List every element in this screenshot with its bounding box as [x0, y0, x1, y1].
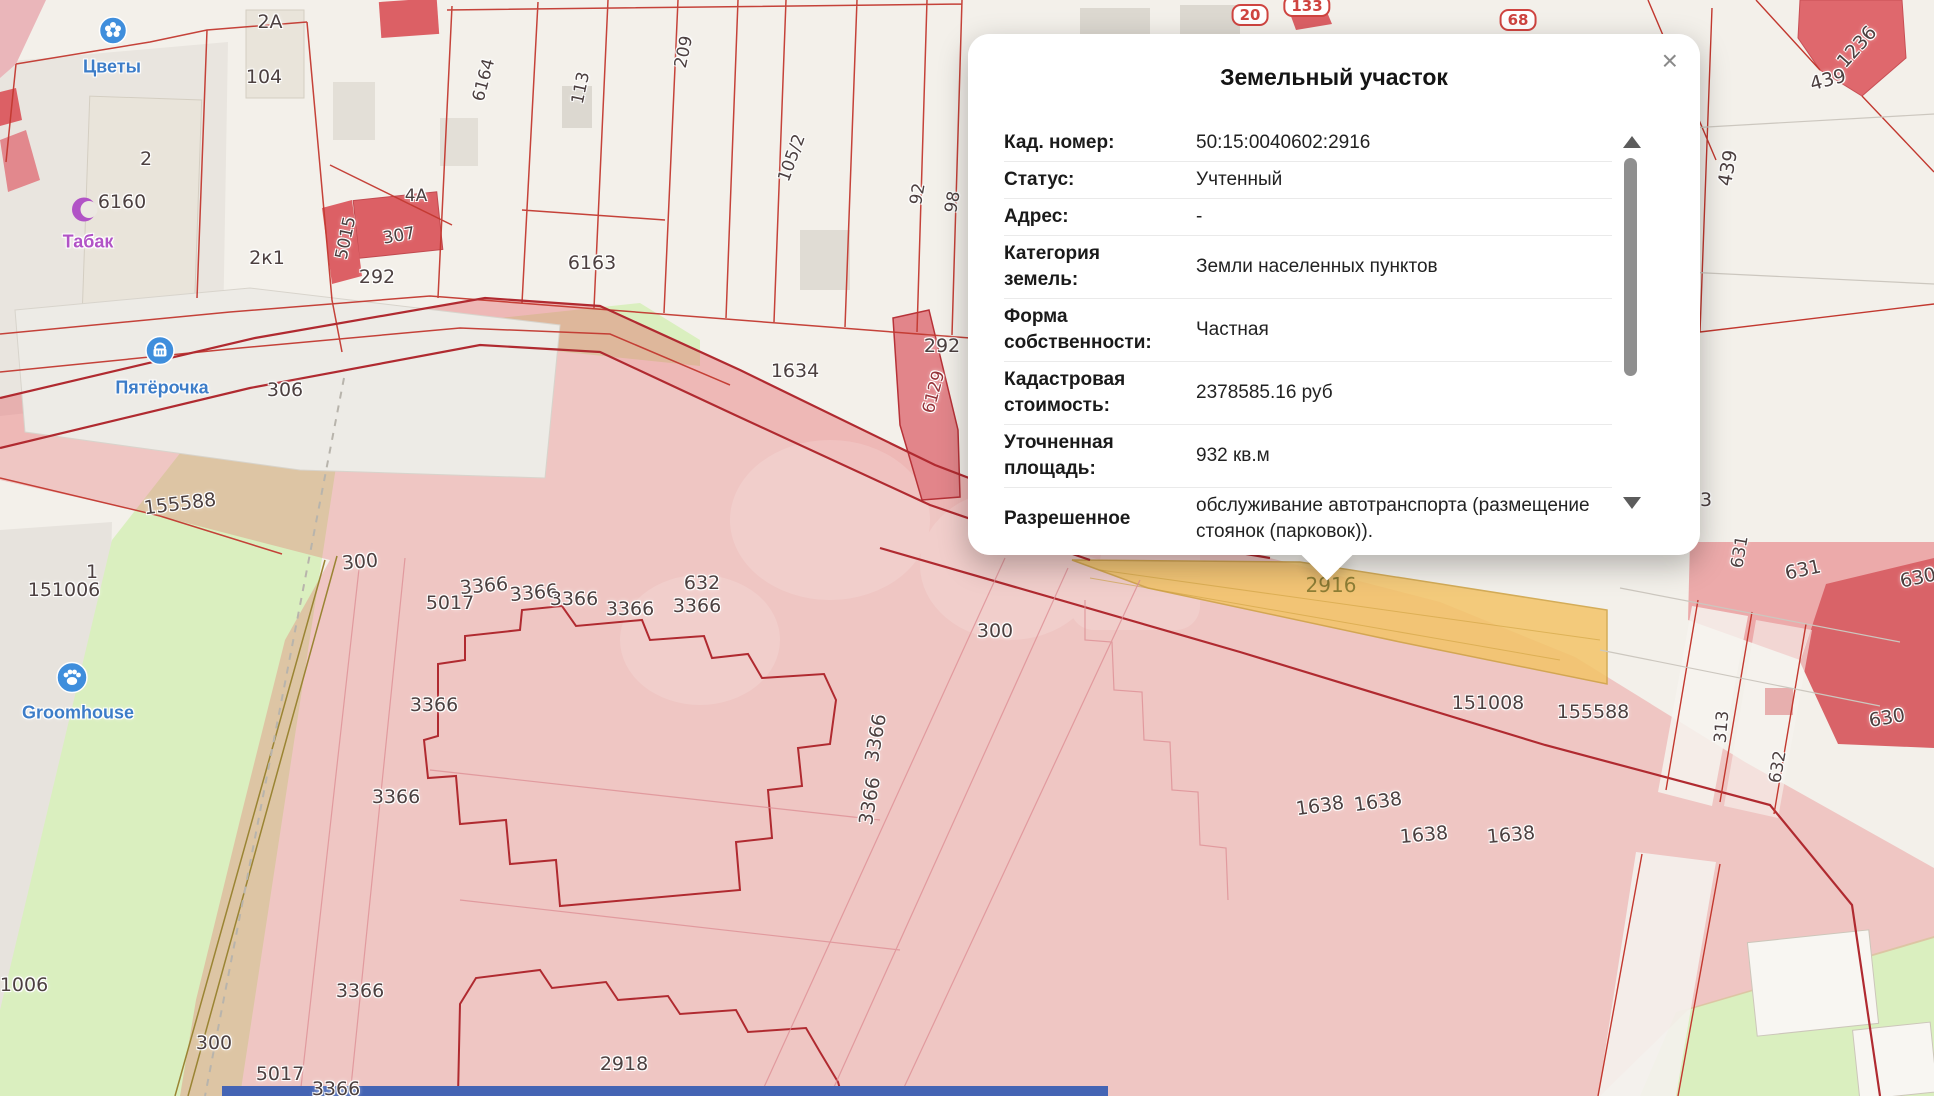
field-row: Кадастровая стоимость: 2378585.16 руб — [1004, 362, 1612, 425]
parcel-label: 5017 — [426, 592, 474, 614]
parcel-label: 20 — [1232, 4, 1269, 26]
parcel-label: 3366 — [372, 786, 420, 808]
field-label: Категория земель: — [1004, 241, 1176, 293]
parcel-label: 292 — [359, 266, 395, 288]
parcel-label: 155588 — [1557, 701, 1630, 723]
field-label: Разрешенное — [1004, 506, 1176, 532]
field-row: Адрес:- — [1004, 199, 1612, 236]
parcel-label: 300 — [977, 620, 1013, 642]
parcel-label: 1006 — [0, 974, 48, 996]
parcel-label: 151006 — [28, 579, 101, 601]
crescent-icon[interactable] — [70, 196, 98, 229]
field-row: Статус: Учтенный — [1004, 162, 1612, 199]
field-label: Адрес: — [1004, 204, 1176, 230]
parcel-label: 92 — [906, 182, 929, 207]
field-row: Форма собственности: Частная — [1004, 299, 1612, 362]
parcel-label: 104 — [246, 66, 282, 88]
parcel-label: 300 — [341, 549, 379, 574]
parcel-label: 1638 — [1486, 822, 1536, 848]
parcel-label: 2 — [140, 148, 152, 170]
parcel-label: 3366 — [336, 980, 384, 1002]
poi-tobacco[interactable]: Табак — [63, 232, 114, 253]
field-row: Уточненная площадь: 932 кв.м — [1004, 425, 1612, 488]
parcel-label: 313 — [1711, 710, 1734, 744]
parcel-label: 1634 — [771, 360, 819, 382]
parcel-label: 3 — [1700, 489, 1712, 511]
field-row: Разрешенное обслуживание автотранспорта (… — [1004, 488, 1612, 550]
field-value: 50:15:0040602:2916 — [1196, 130, 1612, 156]
poi-pyaterochka[interactable]: Пятёрочка — [115, 378, 208, 399]
cadastral-map-viewer: Цветы Табак Пятёрочка Groomhouse 2А 104 … — [0, 0, 1934, 1096]
field-label: Кад. номер: — [1004, 130, 1176, 156]
field-row: Кад. номер: 50:15:0040602:2916 — [1004, 125, 1612, 162]
parcel-label: 98 — [941, 190, 964, 215]
parcel-label: 300 — [196, 1032, 232, 1054]
field-label: Кадастровая стоимость: — [1004, 367, 1176, 419]
field-value: 2378585.16 руб — [1196, 380, 1612, 406]
field-row: Категория земель: Земли населенных пункто… — [1004, 236, 1612, 299]
selected-parcel-label: 2916 — [1306, 573, 1357, 597]
field-value: - — [1196, 204, 1612, 230]
field-value: 932 кв.м — [1196, 443, 1612, 469]
parcel-label: 3366 — [410, 694, 458, 716]
close-icon[interactable]: × — [1656, 46, 1684, 76]
parcel-label: 6160 — [98, 191, 146, 213]
parcel-label: 2А — [257, 11, 282, 33]
field-value: обслуживание автотранспорта (размещение … — [1196, 493, 1612, 545]
parcel-label: 5017 — [256, 1063, 304, 1085]
parcel-label: 4А — [405, 186, 427, 206]
scroll-down-icon[interactable] — [1623, 497, 1641, 509]
popup-fields: Кад. номер: 50:15:0040602:2916 Статус: Учт… — [1004, 125, 1612, 550]
parcel-label: 68 — [1500, 9, 1537, 31]
flower-icon[interactable] — [98, 16, 128, 51]
parcel-label: 2918 — [600, 1053, 648, 1075]
parcel-info-popup: Земельный участок Кад. номер: 50:15:00406… — [968, 34, 1700, 555]
parcel-label: 3366 — [606, 598, 654, 620]
field-label: Уточненная площадь: — [1004, 430, 1176, 482]
field-value: Частная — [1196, 317, 1612, 343]
field-label: Статус: — [1004, 167, 1176, 193]
basket-icon[interactable] — [144, 335, 176, 372]
parcel-label: 292 — [924, 335, 960, 357]
parcel-label: 1638 — [1399, 822, 1449, 848]
parcel-label: 151008 — [1452, 692, 1525, 714]
poi-flowers[interactable]: Цветы — [83, 57, 141, 78]
popup-title: Земельный участок — [1028, 64, 1640, 91]
parcel-label: 306 — [267, 379, 303, 401]
parcel-label: 6163 — [568, 252, 616, 274]
poi-groomhouse[interactable]: Groomhouse — [22, 703, 134, 724]
parcel-label: 2к1 — [249, 247, 285, 269]
paw-icon[interactable] — [55, 661, 89, 700]
popup-scrollbar[interactable] — [1624, 158, 1637, 376]
parcel-label: 3366 — [673, 595, 721, 617]
field-value: Земли населенных пунктов — [1196, 254, 1612, 280]
scroll-up-icon[interactable] — [1623, 136, 1641, 148]
field-label: Форма собственности: — [1004, 304, 1176, 356]
parcel-label: 632 — [684, 572, 720, 594]
parcel-label: 133 — [1283, 0, 1330, 17]
parcel-label: 3366 — [550, 588, 598, 610]
parcel-label: 3366 — [312, 1078, 360, 1096]
field-value: Учтенный — [1196, 167, 1612, 193]
